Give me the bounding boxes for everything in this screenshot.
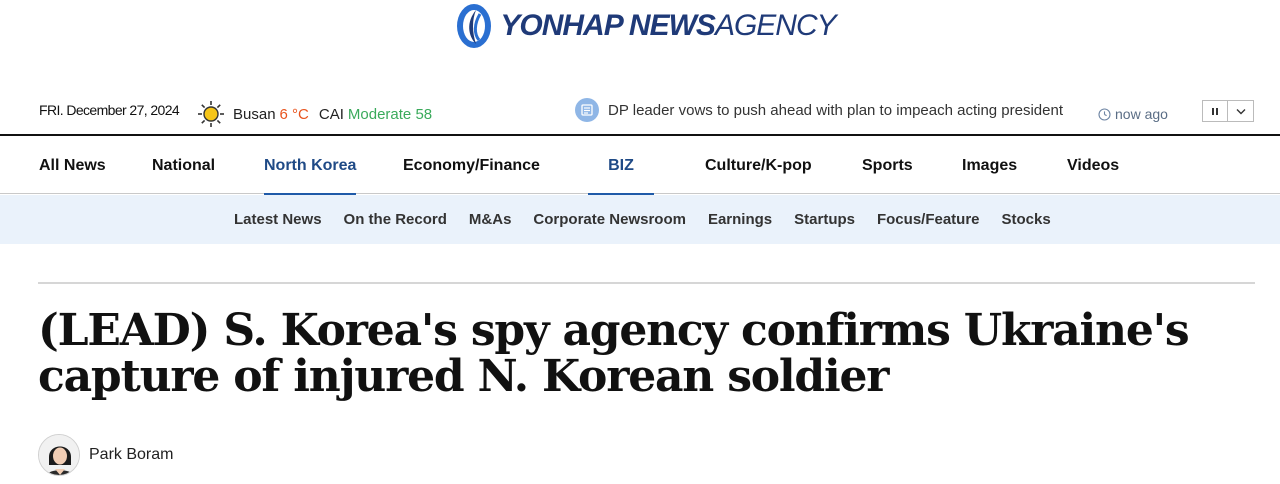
- nav-culture-kpop[interactable]: Culture/K-pop: [705, 138, 812, 194]
- article-byline: Park Boram: [38, 434, 173, 476]
- site-logo[interactable]: YONHAP NEWSAGENCY: [454, 2, 837, 50]
- clock-icon: [1098, 107, 1111, 121]
- subnav-startups[interactable]: Startups: [794, 211, 855, 228]
- subnav-stocks[interactable]: Stocks: [1002, 211, 1051, 228]
- subnav-latest-news[interactable]: Latest News: [234, 211, 322, 228]
- author-avatar[interactable]: [38, 434, 80, 476]
- sub-nav: Latest News On the Record M&As Corporate…: [0, 195, 1280, 244]
- sun-icon: [198, 101, 224, 127]
- pause-icon: [1212, 107, 1218, 115]
- nav-sports[interactable]: Sports: [862, 138, 913, 194]
- news-list-icon: [575, 98, 599, 122]
- weather-temp: 6 °C: [279, 105, 309, 123]
- logo-wordmark: YONHAP NEWSAGENCY: [500, 9, 836, 42]
- nav-national[interactable]: National: [152, 138, 215, 194]
- nav-videos[interactable]: Videos: [1067, 138, 1119, 194]
- nav-images[interactable]: Images: [962, 138, 1017, 194]
- ticker-time: now ago: [1098, 106, 1168, 122]
- author-name[interactable]: Park Boram: [89, 446, 173, 464]
- subnav-on-the-record[interactable]: On the Record: [344, 211, 447, 228]
- author-photo-icon: [39, 435, 79, 475]
- site-header: YONHAP NEWSAGENCY: [0, 0, 1280, 52]
- nav-all-news[interactable]: All News: [39, 138, 106, 194]
- yonhap-logo-icon: [457, 4, 492, 48]
- current-date: FRI. December 27, 2024: [39, 102, 180, 118]
- cai-label: CAI: [318, 105, 344, 123]
- nav-north-korea[interactable]: North Korea: [264, 138, 357, 195]
- main-nav: All News National North Korea Economy/Fi…: [0, 138, 1280, 195]
- subnav-focus-feature[interactable]: Focus/Feature: [877, 211, 980, 228]
- article-divider: [38, 282, 1255, 284]
- weather-widget[interactable]: Busan 6 °C CAI Moderate 58: [197, 100, 432, 128]
- ticker-time-label: now ago: [1115, 106, 1168, 122]
- info-bar: FRI. December 27, 2024 Busan 6 °C CAI Mo…: [0, 96, 1280, 136]
- ticker-headline[interactable]: DP leader vows to push ahead with plan t…: [608, 102, 1063, 119]
- article-headline: (LEAD) S. Korea's spy agency confirms Uk…: [38, 305, 1190, 402]
- pause-button[interactable]: [1202, 100, 1228, 122]
- subnav-earnings[interactable]: Earnings: [708, 211, 772, 228]
- weather-city: Busan: [233, 105, 276, 123]
- cai-value: Moderate 58: [347, 105, 433, 123]
- sub-nav-items: Latest News On the Record M&As Corporate…: [234, 195, 1051, 244]
- news-ticker[interactable]: DP leader vows to push ahead with plan t…: [575, 98, 1063, 122]
- ticker-expand-button[interactable]: [1228, 100, 1254, 122]
- chevron-down-icon: [1236, 108, 1245, 114]
- nav-economy-finance[interactable]: Economy/Finance: [403, 138, 540, 194]
- ticker-controls: [1202, 100, 1254, 122]
- subnav-corporate-newsroom[interactable]: Corporate Newsroom: [533, 211, 686, 228]
- nav-biz[interactable]: BIZ: [588, 138, 654, 195]
- subnav-mas[interactable]: M&As: [469, 211, 512, 228]
